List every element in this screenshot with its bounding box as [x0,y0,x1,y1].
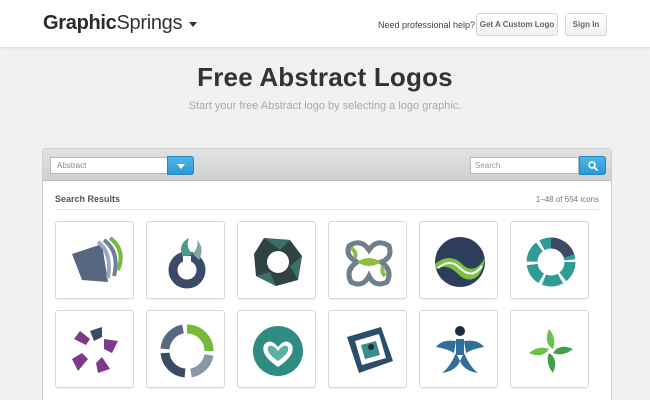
circular-arrows-logo-icon [160,324,214,378]
flame-ring-logo-icon [168,238,206,289]
gear-blob-logo-icon [254,238,302,286]
search-input[interactable] [470,157,579,174]
logo-tile[interactable] [55,310,134,388]
results-heading: Search Results [55,194,121,204]
clover-chain-logo-icon [345,240,393,287]
logo-tile[interactable] [237,310,316,388]
chevron-down-icon [177,164,185,169]
search-icon [588,161,598,171]
filter-bar: Abstract [43,149,611,181]
results-count: 1–48 of 654 icons [535,195,599,204]
logo-tile[interactable] [419,310,498,388]
logo-tile[interactable] [510,310,589,388]
get-custom-logo-button[interactable]: Get A Custom Logo [476,13,558,36]
divider [55,209,599,210]
results-panel: Abstract Search Results 1–48 of 654 icon… [42,148,612,400]
logo-tile[interactable] [237,221,316,299]
logo-tile[interactable] [328,221,407,299]
pinwheel-arrows-logo-icon [72,327,118,373]
page-title: Free Abstract Logos [197,62,453,92]
star-person-logo-icon [436,326,484,373]
logo-tile[interactable] [55,221,134,299]
category-select[interactable]: Abstract [50,157,167,174]
logo-tile[interactable] [146,221,225,299]
segmented-ring-logo-icon [526,237,576,287]
page-subtitle: Start your free Abstract logo by selecti… [188,100,462,112]
heart-sphere-logo-icon [253,326,303,376]
wave-sphere-logo-icon [435,237,485,287]
green-cross-logo-icon [529,329,573,373]
help-text: Need professional help? [378,20,476,30]
brand-name-part2: Springs [116,12,183,34]
search-button[interactable] [579,156,606,175]
framed-square-logo-icon [347,327,393,373]
sign-in-button[interactable]: Sign In [565,13,607,36]
category-dropdown-button[interactable] [167,156,194,175]
logo-tile[interactable] [146,310,225,388]
top-navigation-bar: Graphic Springs Need professional help? G… [0,0,650,48]
logo-tile[interactable] [328,310,407,388]
brand-name-part1: Graphic [43,12,117,34]
brand-logo[interactable]: Graphic Springs [43,12,198,35]
striped-wedge-logo-icon [72,236,123,282]
chevron-down-icon[interactable] [189,22,198,27]
logo-tile[interactable] [510,221,589,299]
logo-tile[interactable] [419,221,498,299]
